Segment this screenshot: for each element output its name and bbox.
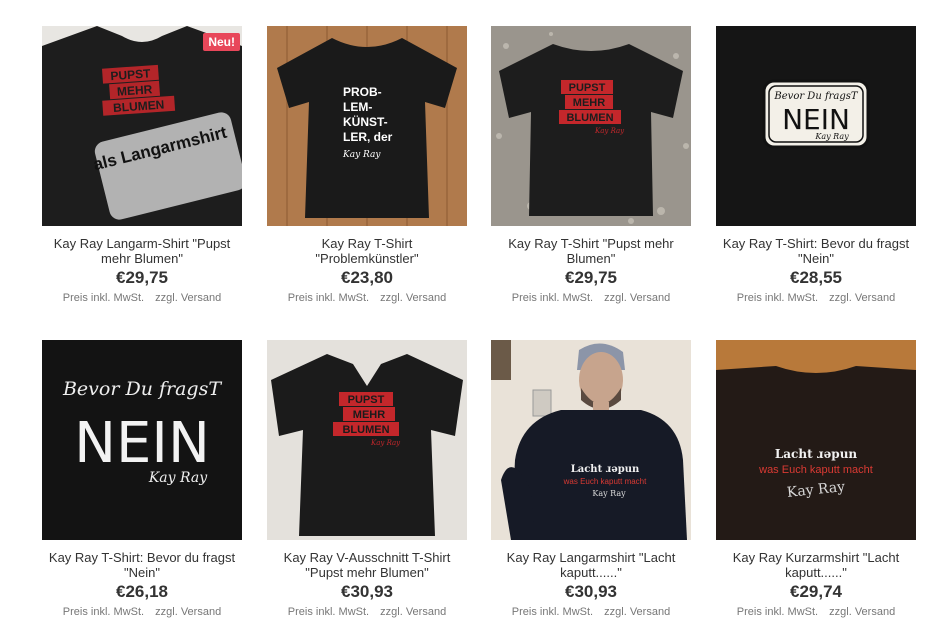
design-signature: Kay Ray [814,132,849,141]
tshirt-image: Bevor Du fragsT NEIN Kay Ray [716,26,916,226]
product-title[interactable]: Kay Ray Langarmshirt "Lacht kaputt......… [491,550,691,580]
product-title[interactable]: Kay Ray T-Shirt: Bevor du fragst "Nein" [716,236,916,266]
design-line: PUPST [569,82,606,94]
product-title[interactable]: Kay Ray T-Shirt "Problemkünstler" [267,236,467,266]
product-grid: PUPST MEHR BLUMEN als Langarmshirt Neu! … [0,0,948,640]
design-line: PUPST [348,394,385,406]
product-image[interactable]: PUPST MEHR BLUMEN Kay Ray [491,26,691,226]
product-price: €23,80 [341,268,393,287]
product-image[interactable]: Lacht ɹǝpun was Euch kaputt macht Kay Ra… [716,340,916,540]
tshirt-image: PUPST MEHR BLUMEN Kay Ray [491,26,691,226]
product-image[interactable]: Bevor Du fragsT NEIN Kay Ray [42,340,242,540]
shipping-link[interactable]: zzgl. Versand [380,292,446,304]
design-line: MEHR [573,97,605,109]
design-line: LER, der [343,130,393,144]
design-line: PUPST [110,66,152,83]
price-meta: Preis inkl. MwSt. zzgl. Versand [716,292,916,304]
design-line: MEHR [353,409,385,421]
product-title[interactable]: Kay Ray Langarm-Shirt "Pupst mehr Blumen… [42,236,242,266]
product-price: €29,75 [565,268,617,287]
design-line: Bevor Du fragsT [62,378,222,400]
product-title[interactable]: Kay Ray T-Shirt "Pupst mehr Blumen" [491,236,691,266]
shipping-link[interactable]: zzgl. Versand [829,292,895,304]
shipping-link[interactable]: zzgl. Versand [829,606,895,618]
product-card[interactable]: Bevor Du fragsT NEIN Kay Ray Kay Ray T-S… [716,26,916,304]
product-image[interactable]: PROB- LEM- KÜNST- LER, der Kay Ray [267,26,467,226]
design-signature: Kay Ray [594,127,625,135]
product-price: €29,74 [790,582,842,601]
product-card[interactable]: Bevor Du fragsT NEIN Kay Ray Kay Ray T-S… [42,340,242,618]
price-meta: Preis inkl. MwSt. zzgl. Versand [491,606,691,618]
tshirt-image: Bevor Du fragsT NEIN Kay Ray [42,340,242,540]
design-line: Bevor Du fragsT [773,91,859,102]
price-meta: Preis inkl. MwSt. zzgl. Versand [42,292,242,304]
tax-label: Preis inkl. MwSt. [511,606,594,618]
product-card[interactable]: Lacht ɹǝpun was Euch kaputt macht Kay Ra… [716,340,916,618]
product-image[interactable]: Bevor Du fragsT NEIN Kay Ray [716,26,916,226]
shipping-link[interactable]: zzgl. Versand [604,606,670,618]
product-card[interactable]: PUPST MEHR BLUMEN Kay Ray Kay Ray V-Auss… [267,340,467,618]
price-meta: Preis inkl. MwSt. zzgl. Versand [42,606,242,618]
tax-label: Preis inkl. MwSt. [736,292,819,304]
product-title[interactable]: Kay Ray T-Shirt: Bevor du fragst "Nein" [42,550,242,580]
design-line: BLUMEN [566,112,613,124]
design-line: was Euch kaputt macht [563,477,647,486]
design-line: LEM- [343,100,372,114]
design-line: BLUMEN [342,424,389,436]
person-photo: Lacht ɹǝpun was Euch kaputt macht Kay Ra… [491,340,691,540]
design-line: NEIN [74,411,210,476]
design-signature: Kay Ray [148,470,208,486]
tax-label: Preis inkl. MwSt. [62,292,145,304]
shipping-link[interactable]: zzgl. Versand [604,292,670,304]
product-title[interactable]: Kay Ray Kurzarmshirt "Lacht kaputt......… [716,550,916,580]
product-card[interactable]: PUPST MEHR BLUMEN Kay Ray Kay Ray T-Shir… [491,26,691,304]
product-image[interactable]: PUPST MEHR BLUMEN als Langarmshirt Neu! [42,26,242,226]
price-meta: Preis inkl. MwSt. zzgl. Versand [267,292,467,304]
product-price: €29,75 [116,268,168,287]
product-card[interactable]: Lacht ɹǝpun was Euch kaputt macht Kay Ra… [491,340,691,618]
product-price: €28,55 [790,268,842,287]
design-line: Lacht ɹǝpun [571,464,640,475]
price-meta: Preis inkl. MwSt. zzgl. Versand [267,606,467,618]
shipping-link[interactable]: zzgl. Versand [155,292,221,304]
product-price: €30,93 [565,582,617,601]
price-meta: Preis inkl. MwSt. zzgl. Versand [716,606,916,618]
tshirt-image: PROB- LEM- KÜNST- LER, der Kay Ray [267,26,467,226]
tax-label: Preis inkl. MwSt. [511,292,594,304]
product-price: €30,93 [341,582,393,601]
design-line: MEHR [116,82,153,98]
product-title[interactable]: Kay Ray V-Ausschnitt T-Shirt "Pupst mehr… [267,550,467,580]
new-badge: Neu! [203,33,240,51]
product-price: €26,18 [116,582,168,601]
tshirt-image: PUPST MEHR BLUMEN Kay Ray [267,340,467,540]
design-line: Lacht ɹǝpun [775,447,858,461]
tax-label: Preis inkl. MwSt. [287,292,370,304]
shipping-link[interactable]: zzgl. Versand [155,606,221,618]
product-card[interactable]: PUPST MEHR BLUMEN als Langarmshirt Neu! … [42,26,242,304]
tax-label: Preis inkl. MwSt. [287,606,370,618]
product-image[interactable]: PUPST MEHR BLUMEN Kay Ray [267,340,467,540]
price-meta: Preis inkl. MwSt. zzgl. Versand [491,292,691,304]
design-line: PROB- [343,85,382,99]
product-card[interactable]: PROB- LEM- KÜNST- LER, der Kay Ray Kay R… [267,26,467,304]
design-line: KÜNST- [343,114,388,129]
design-signature: Kay Ray [592,489,626,498]
design-line: was Euch kaputt macht [758,464,873,476]
tax-label: Preis inkl. MwSt. [736,606,819,618]
design-signature: Kay Ray [342,150,381,160]
tshirt-image: Lacht ɹǝpun was Euch kaputt macht Kay Ra… [716,340,916,540]
design-signature: Kay Ray [370,439,401,447]
shipping-link[interactable]: zzgl. Versand [380,606,446,618]
product-image[interactable]: Lacht ɹǝpun was Euch kaputt macht Kay Ra… [491,340,691,540]
tax-label: Preis inkl. MwSt. [62,606,145,618]
